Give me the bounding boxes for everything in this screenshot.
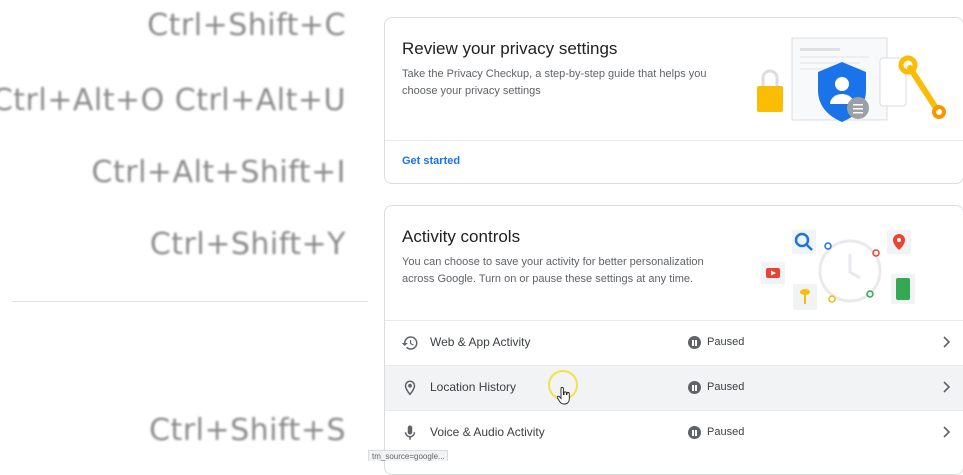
history-icon bbox=[401, 336, 418, 350]
shortcut-label: Ctrl+Shift+S bbox=[149, 413, 346, 448]
card-description: Take the Privacy Checkup, a step-by-step… bbox=[402, 68, 707, 97]
activity-row-location-history[interactable]: Location History Paused bbox=[385, 365, 963, 410]
status-text: Paused bbox=[707, 336, 745, 348]
pause-icon bbox=[688, 426, 701, 439]
shortcut-label: Ctrl+Shift+C bbox=[147, 8, 346, 43]
divider bbox=[12, 301, 368, 302]
hand-cursor-icon bbox=[557, 387, 570, 405]
shortcut-label: Ctrl+Alt+Shift+I bbox=[91, 155, 346, 190]
row-label: Location History bbox=[430, 380, 517, 394]
activity-row-web-app[interactable]: Web & App Activity Paused bbox=[385, 320, 963, 365]
privacy-illustration bbox=[757, 37, 946, 122]
chevron-right-icon bbox=[943, 381, 951, 393]
activity-controls-card: Activity controls You can choose to save… bbox=[384, 205, 963, 475]
row-label: Web & App Activity bbox=[430, 335, 531, 349]
card-title: Activity controls bbox=[402, 227, 521, 246]
privacy-checkup-card: Review your privacy settings Take the Pr… bbox=[384, 17, 963, 184]
microphone-icon bbox=[404, 425, 416, 440]
chevron-right-icon bbox=[943, 426, 951, 438]
pause-icon bbox=[688, 381, 701, 394]
activity-illustration bbox=[761, 230, 915, 310]
status-text: Paused bbox=[707, 426, 745, 438]
shortcut-column: Ctrl+Shift+C Ctrl+Alt+O Ctrl+Alt+U Ctrl+… bbox=[0, 0, 372, 461]
card-description: You can choose to save your activity for… bbox=[402, 256, 704, 285]
location-pin-icon bbox=[404, 380, 416, 396]
divider bbox=[385, 140, 963, 141]
row-label: Voice & Audio Activity bbox=[430, 425, 545, 439]
shortcut-label: Ctrl+Shift+Y bbox=[149, 227, 346, 262]
shortcut-label: Ctrl+Alt+O Ctrl+Alt+U bbox=[0, 83, 346, 118]
status-text: Paused bbox=[707, 381, 745, 393]
pause-icon bbox=[688, 336, 701, 349]
get-started-link[interactable]: Get started bbox=[402, 155, 460, 167]
activity-row-voice-audio[interactable]: Voice & Audio Activity Paused bbox=[385, 410, 963, 455]
status-url-bar: tm_source=google... bbox=[368, 450, 448, 461]
card-title: Review your privacy settings bbox=[402, 39, 618, 58]
chevron-right-icon bbox=[943, 336, 951, 348]
